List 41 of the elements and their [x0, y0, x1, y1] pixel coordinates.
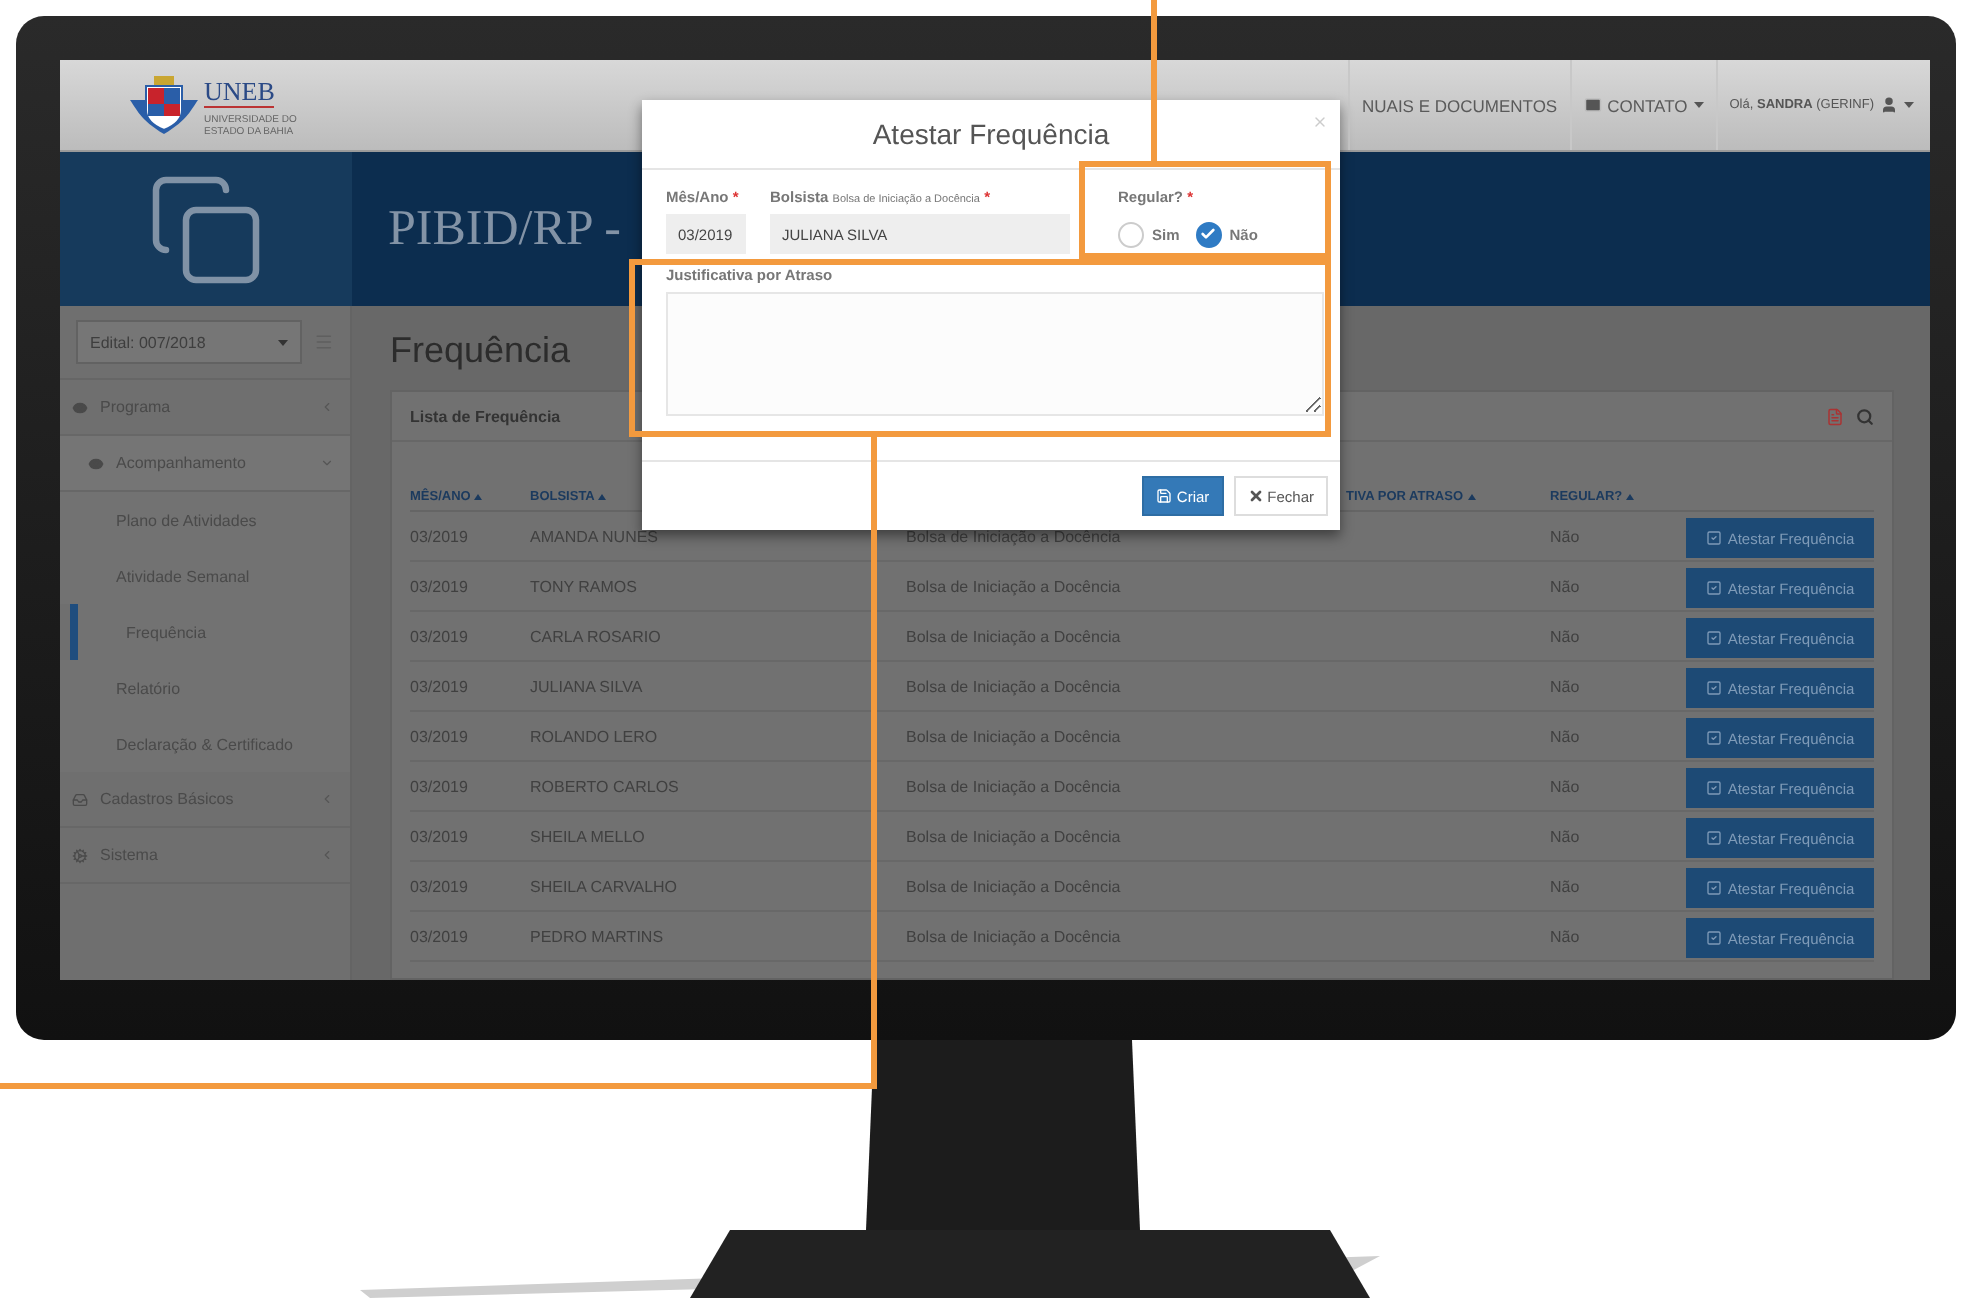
edital-select[interactable]: Edital: 007/2018 [76, 320, 303, 364]
radio-button[interactable] [1118, 221, 1144, 247]
banner-title: PIBID/RP - [388, 201, 621, 257]
close-button[interactable] [1312, 114, 1328, 130]
save-icon [1156, 488, 1173, 504]
dialog-title: Atestar Frequência [872, 118, 1110, 150]
checkbox-icon [1705, 830, 1722, 846]
nav-link[interactable]: CONTATO [1569, 60, 1716, 150]
chevron-left-icon [320, 400, 334, 414]
logo-text: UNEB [204, 75, 275, 107]
caret-icon [278, 339, 289, 345]
check-icon [1200, 226, 1217, 242]
user-icon [1880, 96, 1898, 114]
checkbox-icon [1705, 580, 1722, 596]
panel-title: Lista de Frequência [410, 407, 563, 425]
text-area[interactable] [666, 292, 1324, 416]
checkbox-icon [1705, 680, 1722, 696]
chevron-down-icon [320, 456, 334, 470]
settings-icon [72, 847, 88, 863]
nav-link[interactable]: NUAIS E DOCUMENTOS [1348, 60, 1570, 150]
close-icon [1247, 488, 1264, 504]
sort-icon [598, 494, 607, 500]
radio-button[interactable] [1195, 221, 1222, 247]
checkbox-icon [1705, 630, 1722, 646]
caret-icon [1693, 102, 1704, 108]
checkbox-icon [1705, 530, 1722, 546]
inbox-icon [72, 791, 88, 807]
sort-icon [1626, 494, 1635, 500]
university-crest-icon [130, 75, 198, 135]
checkbox-icon [1705, 780, 1722, 796]
search-icon[interactable] [1856, 407, 1874, 425]
sort-icon [1467, 494, 1475, 500]
chevron-left-icon [320, 792, 334, 806]
chevron-left-icon [320, 848, 334, 862]
checkbox-icon [1705, 930, 1722, 946]
sort-icon [474, 494, 483, 500]
caret-icon [1904, 102, 1914, 108]
page-title: Frequência [390, 328, 573, 374]
checkbox-icon [1705, 880, 1722, 896]
checkbox-icon [1705, 730, 1722, 746]
pdf-icon[interactable] [1826, 407, 1844, 425]
